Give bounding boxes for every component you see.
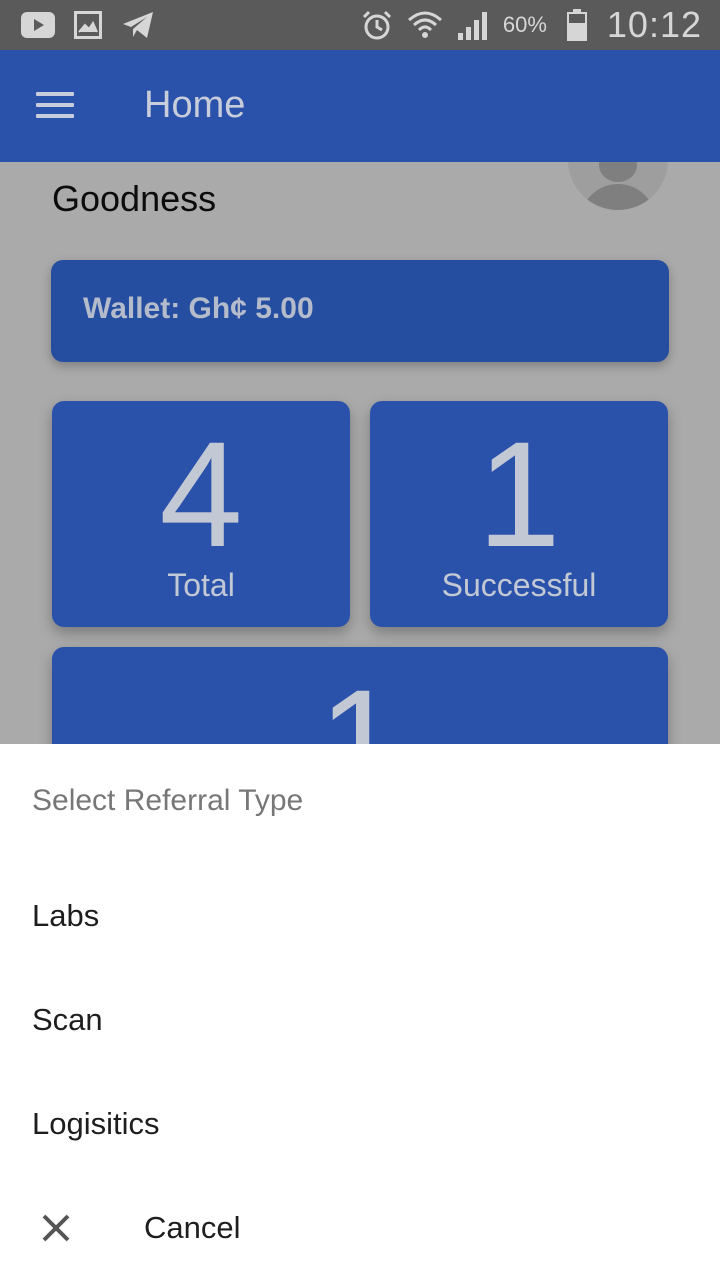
sheet-item-label: Logisitics	[32, 1106, 160, 1141]
wallet-card[interactable]: Wallet: Gh¢ 5.00	[51, 260, 669, 362]
status-bar-notifications	[20, 8, 156, 42]
stat-value-third: 1	[318, 658, 402, 744]
battery-percentage: 60%	[502, 12, 547, 37]
status-bar-system: 60% 10:12	[359, 0, 702, 50]
sheet-item-label: Labs	[32, 898, 100, 933]
stat-label-successful: Successful	[441, 567, 597, 603]
battery-icon	[559, 8, 595, 42]
user-name: Goodness	[52, 178, 217, 219]
stat-card-third[interactable]: 1	[52, 647, 668, 744]
close-icon	[40, 1212, 72, 1244]
gallery-icon	[70, 8, 106, 42]
sheet-title: Select Referral Type	[32, 784, 304, 817]
referral-type-sheet: Select Referral Type Labs Scan Logisitic…	[0, 744, 720, 1280]
page-title: Home	[144, 84, 246, 126]
wallet-balance: Wallet: Gh¢ 5.00	[83, 292, 314, 325]
stat-card-total[interactable]: 4 Total	[52, 401, 350, 627]
sheet-item-label: Scan	[32, 1002, 103, 1037]
stat-label-total: Total	[167, 567, 235, 603]
sheet-item-scan[interactable]: Scan	[0, 968, 720, 1072]
telegram-icon	[120, 8, 156, 42]
signal-icon	[455, 8, 491, 42]
cancel-label: Cancel	[144, 1210, 241, 1245]
home-content: Goodness Wallet: Gh¢ 5.00 4 Total 1 Succ…	[0, 162, 720, 744]
status-bar-time: 10:12	[606, 4, 702, 45]
avatar[interactable]	[568, 162, 668, 210]
stat-value-successful: 1	[477, 410, 561, 578]
sheet-item-logistics[interactable]: Logisitics	[0, 1072, 720, 1176]
menu-icon[interactable]	[36, 92, 76, 120]
status-bar: 60% 10:12	[0, 0, 720, 50]
alarm-icon	[359, 8, 395, 42]
stat-card-successful[interactable]: 1 Successful	[370, 401, 668, 627]
sheet-item-labs[interactable]: Labs	[0, 864, 720, 968]
stat-value-total: 4	[159, 410, 243, 578]
wifi-icon	[407, 8, 443, 42]
cancel-button[interactable]: Cancel	[0, 1176, 720, 1280]
youtube-icon	[20, 8, 56, 42]
app-bar: Home	[0, 50, 720, 162]
